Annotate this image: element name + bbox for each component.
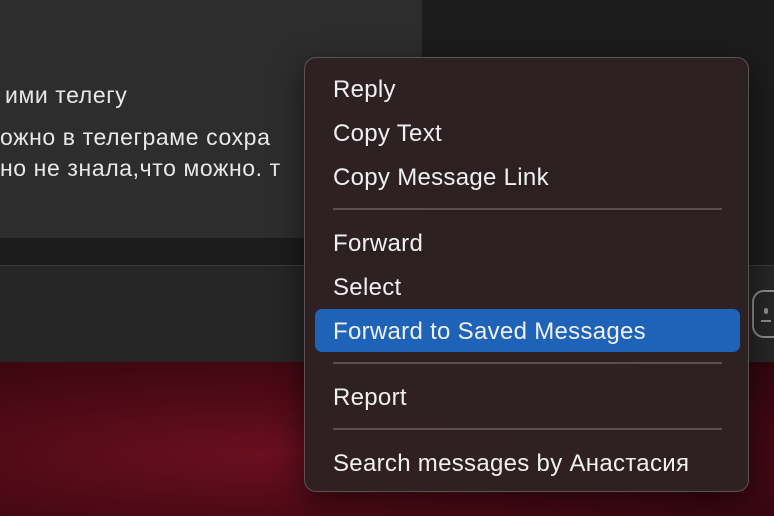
emoji-eye [764, 308, 768, 314]
menu-item-reply[interactable]: Reply [333, 74, 396, 106]
emoji-icon[interactable] [752, 290, 774, 338]
message-text-line: но не знала,что можно. т [0, 155, 281, 181]
menu-item-select[interactable]: Select [333, 272, 402, 304]
menu-item-forward-to-saved-messages[interactable]: Forward to Saved Messages [333, 316, 646, 348]
menu-separator [333, 428, 722, 430]
context-menu: Reply Copy Text Copy Message Link Forwar… [304, 57, 749, 492]
menu-separator [333, 208, 722, 210]
message-text-line: ожно в телеграме сохра [0, 124, 271, 150]
menu-item-forward[interactable]: Forward [333, 228, 423, 260]
menu-item-copy-message-link[interactable]: Copy Message Link [333, 162, 549, 194]
menu-item-report[interactable]: Report [333, 382, 407, 414]
emoji-mouth [761, 320, 771, 322]
menu-separator [333, 362, 722, 364]
message-text-line: ими телегу [5, 82, 128, 108]
menu-item-search-messages[interactable]: Search messages by Анастасия [333, 448, 689, 480]
menu-item-copy-text[interactable]: Copy Text [333, 118, 442, 150]
